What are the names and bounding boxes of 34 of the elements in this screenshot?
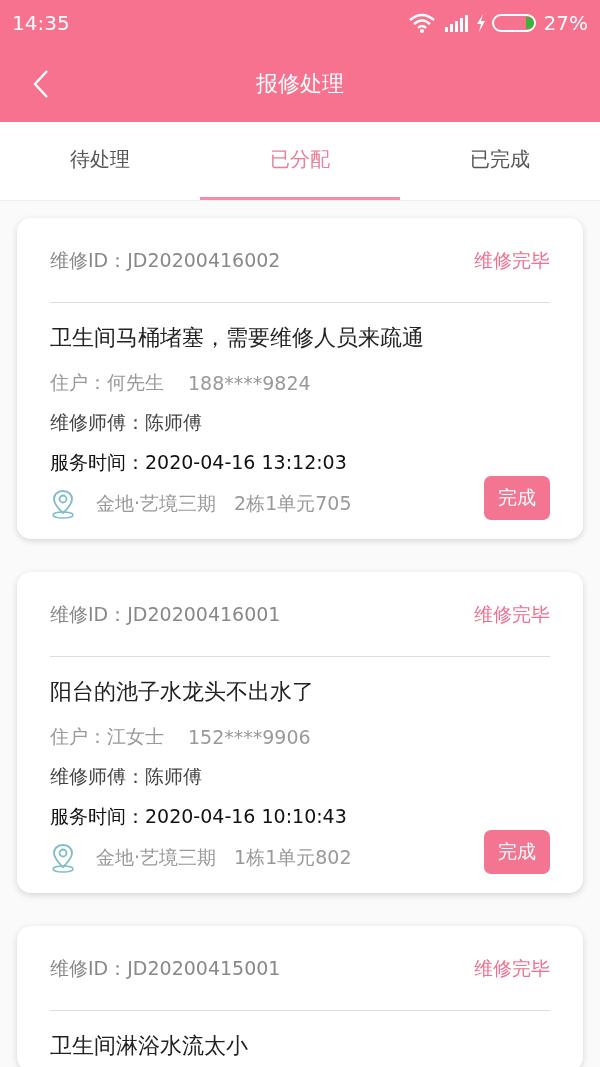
resident-name: 住户：江女士 xyxy=(50,724,164,749)
status-time: 14:35 xyxy=(12,10,70,35)
complete-button[interactable]: 完成 xyxy=(484,830,550,874)
order-title: 阳台的池子水龙头不出水了 xyxy=(50,678,315,706)
order-status: 维修完毕 xyxy=(474,248,550,273)
page-title: 报修处理 xyxy=(256,69,344,98)
resident-phone: 188****9824 xyxy=(188,372,311,394)
battery-icon xyxy=(491,12,538,33)
resident-name: 住户：何先生 xyxy=(50,370,164,395)
order-status: 维修完毕 xyxy=(474,602,550,627)
service-time: 服务时间：2020-04-16 10:10:43 xyxy=(50,804,348,829)
technician: 维修师傅：陈师傅 xyxy=(50,410,203,435)
tab[interactable]: 已分配 xyxy=(200,122,400,200)
resident-phone: 152****9906 xyxy=(188,726,311,748)
charging-icon xyxy=(475,13,486,32)
location-pin-icon xyxy=(50,843,76,873)
order-id: 维修ID：JD20200415001 xyxy=(50,956,281,981)
unit-address: 1栋1单元802 xyxy=(234,845,352,870)
tab[interactable]: 已完成 xyxy=(400,122,600,200)
community-name: 金地·艺境三期 xyxy=(96,845,217,870)
service-time: 服务时间：2020-04-16 13:12:03 xyxy=(50,450,348,475)
location-pin-icon xyxy=(50,489,76,519)
order-title: 卫生间马桶堵塞，需要维修人员来疏通 xyxy=(50,324,425,352)
order-id: 维修ID：JD20200416002 xyxy=(50,248,281,273)
order-id: 维修ID：JD20200416001 xyxy=(50,602,281,627)
order-title: 卫生间淋浴水流太小 xyxy=(50,1032,249,1060)
community-name: 金地·艺境三期 xyxy=(96,491,217,516)
tab[interactable]: 待处理 xyxy=(0,122,200,200)
battery-percent: 27% xyxy=(543,10,588,35)
complete-button[interactable]: 完成 xyxy=(484,476,550,520)
unit-address: 2栋1单元705 xyxy=(234,491,352,516)
signal-icon xyxy=(443,13,470,32)
technician: 维修师傅：陈师傅 xyxy=(50,764,203,789)
order-status: 维修完毕 xyxy=(474,956,550,981)
